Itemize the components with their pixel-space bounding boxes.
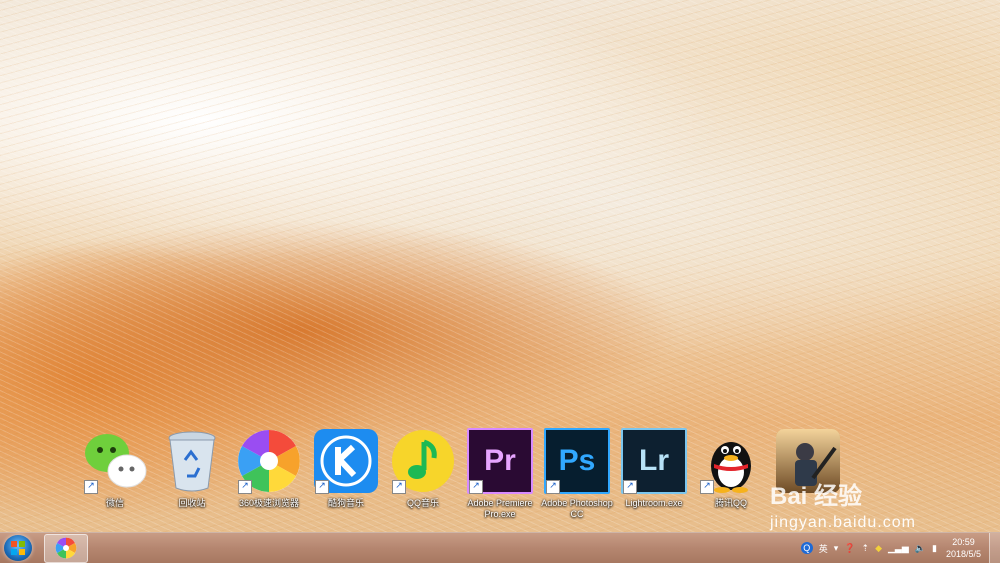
icon-label: QQ音乐 xyxy=(406,498,439,508)
desktop-icon-wechat[interactable]: ↗ 微信 xyxy=(79,428,151,509)
watermark-logo: Bai 经验 xyxy=(770,483,863,510)
lightroom-icon: Lr ↗ xyxy=(621,428,687,494)
battery-icon[interactable]: ▮ xyxy=(932,543,937,554)
desktop-icon-qq-music[interactable]: ↗ QQ音乐 xyxy=(387,428,459,509)
desktop: ↗ 微信 回收站 ↗ 360极速浏览器 ↗ 酷狗音乐 ↗ QQ音乐 Pr ↗ A… xyxy=(0,0,1000,532)
icon-label: 360极速浏览器 xyxy=(238,498,300,508)
shortcut-arrow-icon: ↗ xyxy=(238,480,252,494)
clock[interactable]: 20:59 2018/5/5 xyxy=(946,536,981,560)
icon-label: 微信 xyxy=(105,498,124,508)
desktop-icon-premiere[interactable]: Pr ↗ Adobe Premiere Pro.exe xyxy=(464,428,536,520)
shortcut-arrow-icon: ↗ xyxy=(623,480,637,494)
system-tray: Q 英 ▾ ❓ ⇡ ◆ ▁▃▅ 🔈 ▮ 20:59 2018/5/5 xyxy=(798,533,1000,563)
security-shield-icon[interactable]: ◆ xyxy=(875,543,882,554)
desktop-icon-kugou[interactable]: ↗ 酷狗音乐 xyxy=(310,428,382,509)
watermark-url: jingyan.baidu.com xyxy=(770,514,916,531)
start-button[interactable] xyxy=(4,535,32,561)
icon-label: 回收站 xyxy=(178,498,206,508)
recycle-bin-icon xyxy=(159,428,225,494)
qq-music-icon: ↗ xyxy=(390,428,456,494)
icon-label: Adobe Premiere Pro.exe xyxy=(467,498,533,519)
browser-360-icon xyxy=(55,537,77,559)
shortcut-arrow-icon: ↗ xyxy=(315,480,329,494)
kugou-music-icon: ↗ xyxy=(313,428,379,494)
icon-label: Lightroom.exe xyxy=(625,498,683,508)
volume-icon[interactable]: 🔈 xyxy=(915,543,926,554)
wechat-icon: ↗ xyxy=(82,428,148,494)
desktop-icon-qq[interactable]: ↗ 腾讯QQ xyxy=(695,428,767,509)
ime-arrow-icon[interactable]: ▾ xyxy=(834,543,839,554)
clock-date: 2018/5/5 xyxy=(945,549,981,559)
ime-mode[interactable]: 英 xyxy=(819,542,828,555)
shortcut-arrow-icon: ↗ xyxy=(84,480,98,494)
help-icon[interactable]: ❓ xyxy=(844,543,855,554)
taskbar: Q 英 ▾ ❓ ⇡ ◆ ▁▃▅ 🔈 ▮ 20:59 2018/5/5 xyxy=(0,532,1000,563)
network-icon[interactable]: ▁▃▅ xyxy=(888,543,909,554)
photoshop-icon: Ps ↗ xyxy=(544,428,610,494)
icon-label: 腾讯QQ xyxy=(714,498,747,508)
shortcut-arrow-icon: ↗ xyxy=(392,480,406,494)
browser-360-icon: ↗ xyxy=(236,428,302,494)
icon-label: 酷狗音乐 xyxy=(327,498,364,508)
desktop-icon-360-browser[interactable]: ↗ 360极速浏览器 xyxy=(233,428,305,509)
desktop-icon-lightroom[interactable]: Lr ↗ Lightroom.exe xyxy=(618,428,690,509)
taskbar-app-360-browser[interactable] xyxy=(44,534,88,563)
desktop-icon-photoshop[interactable]: Ps ↗ Adobe Photoshop CC xyxy=(541,428,613,520)
shortcut-arrow-icon: ↗ xyxy=(469,480,483,494)
show-desktop-button[interactable] xyxy=(989,533,1000,563)
windows-flag-icon xyxy=(11,541,25,555)
desktop-icon-recycle-bin[interactable]: 回收站 xyxy=(156,428,228,509)
qq-penguin-icon: ↗ xyxy=(698,428,764,494)
baidu-jingyan-watermark: Bai 经验 jingyan.baidu.com xyxy=(770,458,970,538)
premiere-icon: Pr ↗ xyxy=(467,428,533,494)
ime-q-indicator[interactable]: Q xyxy=(800,542,813,554)
clock-time: 20:59 xyxy=(952,537,975,547)
tray-expand-icon[interactable]: ⇡ xyxy=(862,543,870,554)
shortcut-arrow-icon: ↗ xyxy=(700,480,714,494)
icon-label: Adobe Photoshop CC xyxy=(541,498,613,519)
shortcut-arrow-icon: ↗ xyxy=(546,480,560,494)
